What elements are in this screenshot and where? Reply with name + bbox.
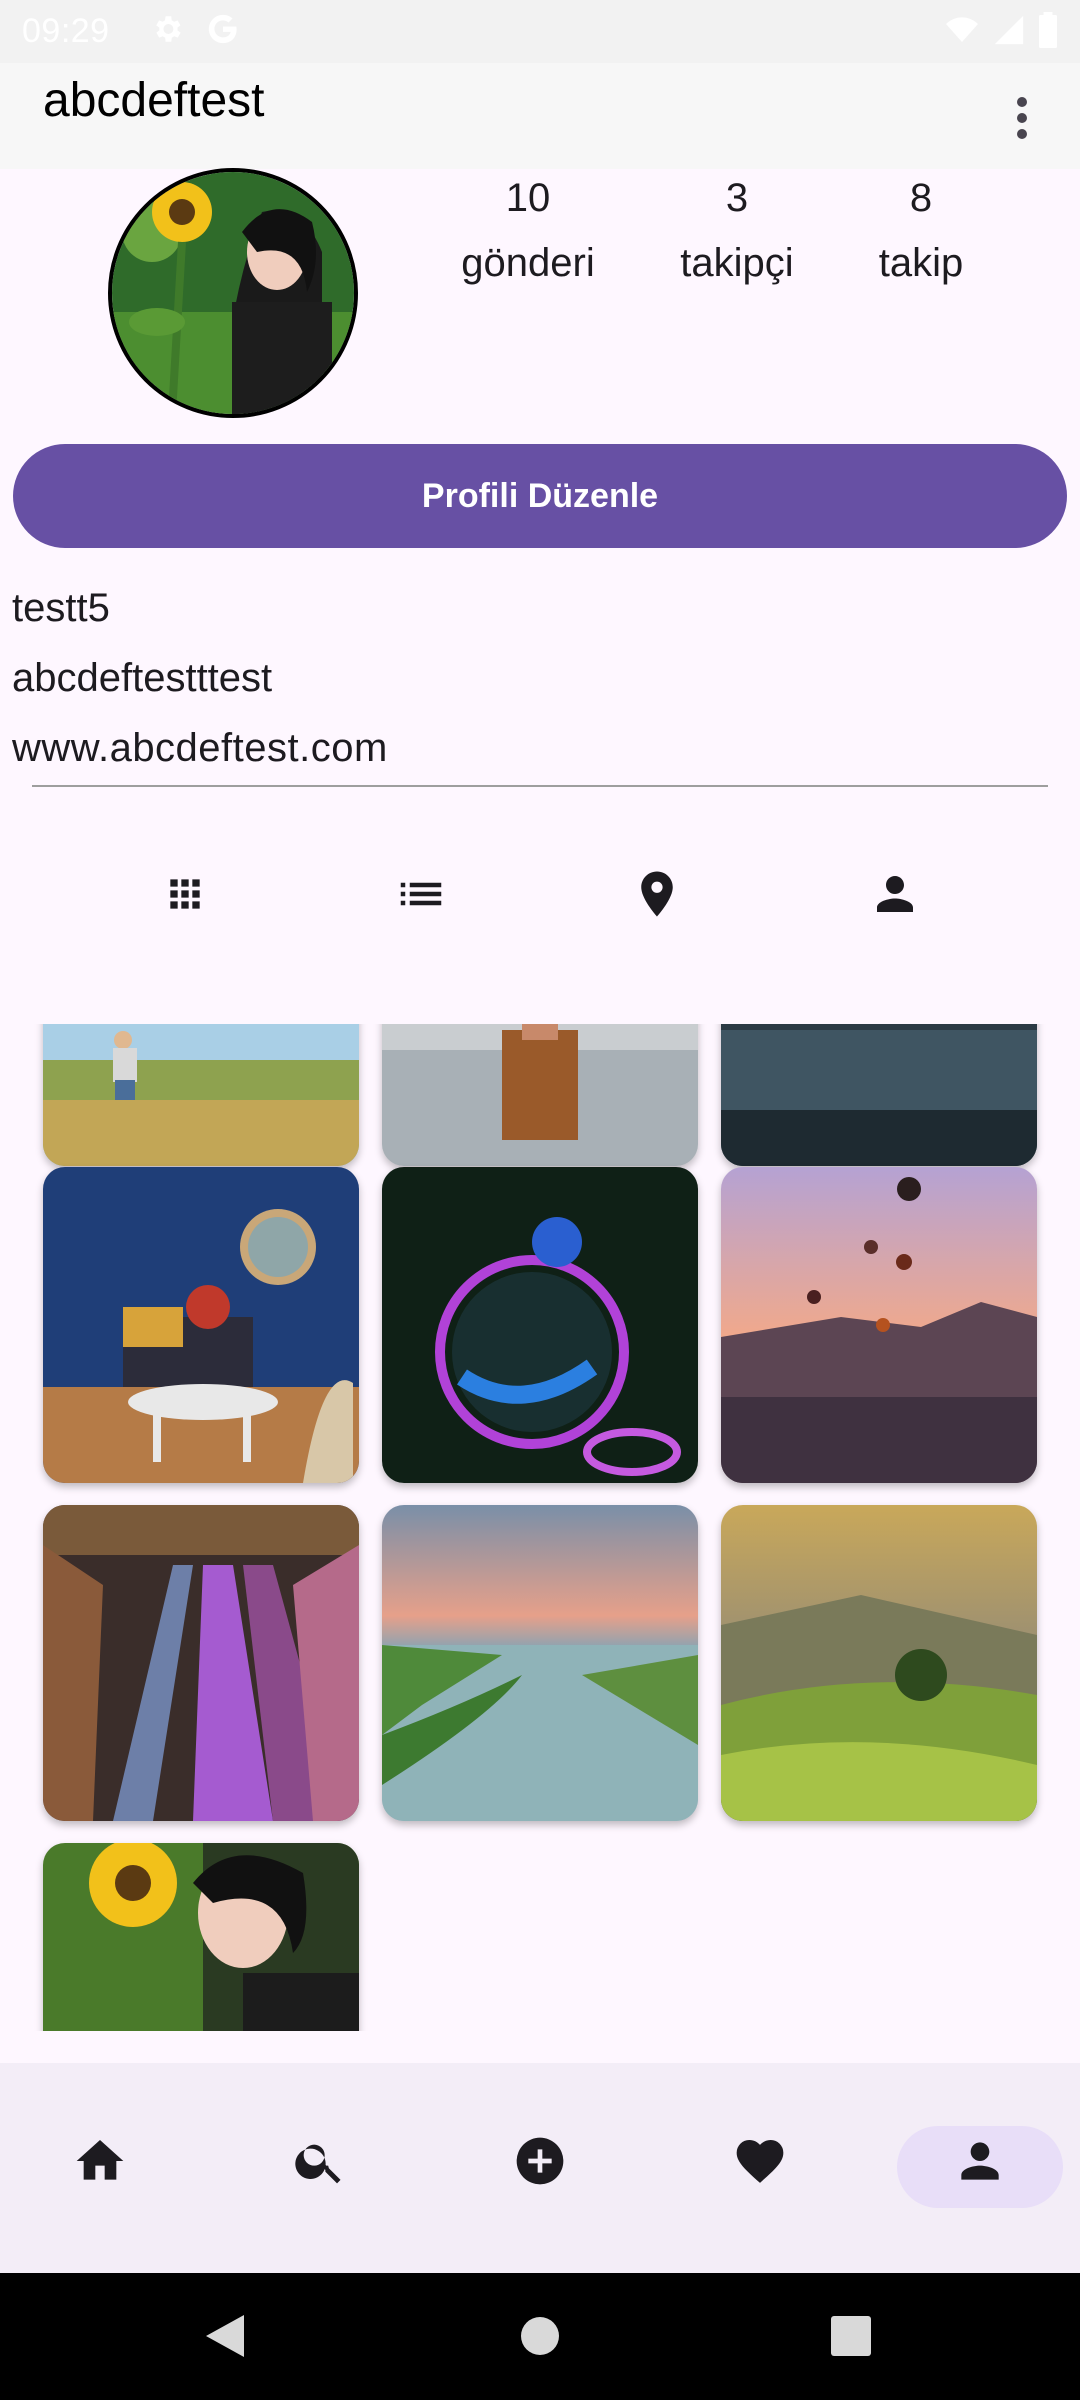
- post-rice-terrace[interactable]: [721, 1505, 1037, 1821]
- tab-location[interactable]: [627, 866, 687, 926]
- home-circle-icon: [518, 2314, 562, 2363]
- post-escalator[interactable]: [43, 1505, 359, 1821]
- system-home-button[interactable]: [515, 2313, 565, 2363]
- list-icon: [394, 867, 448, 926]
- system-recents-button[interactable]: [826, 2313, 876, 2363]
- stat-following-count: 8: [909, 176, 933, 220]
- tab-grid[interactable]: [155, 866, 215, 926]
- stat-posts[interactable]: 10 gönderi: [440, 168, 616, 298]
- system-navigation-bar: [0, 2273, 1080, 2400]
- post-woman-sunflower[interactable]: [43, 1843, 359, 2031]
- person-tag-icon: [868, 867, 922, 926]
- profile-icon: [952, 2133, 1008, 2194]
- stat-followers[interactable]: 3 takipçi: [662, 168, 812, 298]
- more-options-button[interactable]: [994, 83, 1050, 157]
- bio-name: testt5: [12, 586, 110, 630]
- stat-following[interactable]: 8 takip: [858, 168, 984, 298]
- profile-avatar[interactable]: [108, 168, 358, 418]
- bio-website[interactable]: www.abcdeftest.com: [12, 726, 388, 771]
- stat-posts-count: 10: [505, 176, 551, 220]
- system-back-button[interactable]: [200, 2313, 250, 2363]
- tab-tagged[interactable]: [865, 866, 925, 926]
- bio-divider: [32, 785, 1048, 787]
- status-time: 09:29: [22, 12, 110, 50]
- edit-profile-button[interactable]: Profili Düzenle: [13, 444, 1067, 548]
- post-living-room[interactable]: [43, 1167, 359, 1483]
- app-title: abcdeftest: [43, 74, 265, 127]
- recents-square-icon: [830, 2315, 872, 2362]
- heart-icon: [732, 2133, 788, 2194]
- bio-description: abcdeftestttest: [12, 656, 273, 700]
- post-woman-lake[interactable]: [382, 1024, 698, 1166]
- stat-followers-label: takipçi: [680, 241, 794, 285]
- search-icon: [292, 2133, 348, 2194]
- post-hot-air-balloons[interactable]: [721, 1167, 1037, 1483]
- stat-following-label: takip: [878, 241, 964, 285]
- grid-icon: [163, 872, 207, 921]
- post-field-child[interactable]: [43, 1024, 359, 1166]
- nav-activity[interactable]: [720, 2123, 800, 2203]
- post-soap-bubble[interactable]: [382, 1167, 698, 1483]
- status-bar: 09:29: [0, 0, 1080, 63]
- home-icon: [72, 2133, 128, 2194]
- battery-icon: [1038, 12, 1058, 53]
- back-triangle-icon: [204, 2313, 246, 2364]
- nav-home[interactable]: [60, 2123, 140, 2203]
- nav-search[interactable]: [280, 2123, 360, 2203]
- stat-posts-label: gönderi: [461, 241, 595, 285]
- add-circle-icon: [512, 2133, 568, 2194]
- more-vert-icon: [1015, 95, 1029, 146]
- signal-icon: [992, 13, 1026, 52]
- posts-grid: [0, 1024, 1080, 2031]
- google-icon: [206, 12, 240, 51]
- tab-list[interactable]: [391, 866, 451, 926]
- bottom-navigation: [0, 2063, 1080, 2273]
- nav-add[interactable]: [500, 2123, 580, 2203]
- settings-icon: [150, 12, 184, 51]
- location-icon: [630, 867, 684, 926]
- app-bar: abcdeftest: [0, 63, 1080, 169]
- nav-profile[interactable]: [940, 2123, 1020, 2203]
- wifi-icon: [944, 14, 980, 51]
- post-dark-water[interactable]: [721, 1024, 1037, 1166]
- post-river-sunset[interactable]: [382, 1505, 698, 1821]
- stat-followers-count: 3: [725, 176, 749, 220]
